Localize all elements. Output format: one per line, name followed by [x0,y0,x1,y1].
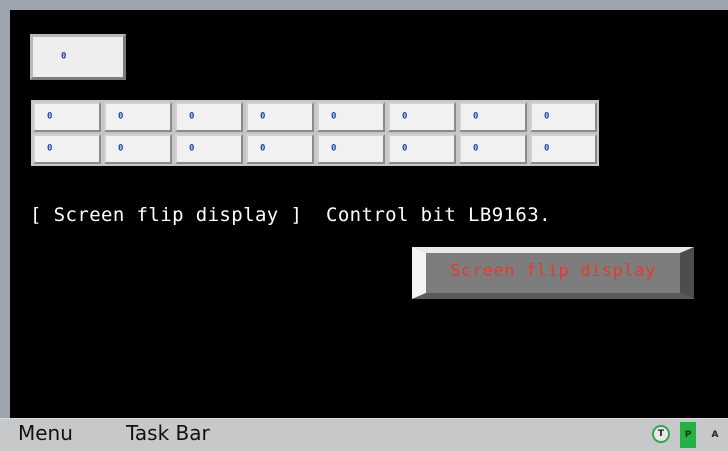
numeric-display-r1c1[interactable]: 0 [33,102,101,132]
a-status-icon[interactable]: A [708,422,722,448]
screen-flip-button-label: Screen flip display [450,261,656,281]
numeric-display-r1c2[interactable]: 0 [104,102,172,132]
numeric-display-r2c7[interactable]: 0 [459,134,527,164]
info-text: [ Screen flip display ] Control bit LB91… [30,204,551,226]
p-status-icon[interactable]: P [680,422,696,448]
numeric-value: 0 [260,143,266,154]
numeric-display-r2c5[interactable]: 0 [317,134,385,164]
numeric-display-r1c3[interactable]: 0 [175,102,243,132]
numeric-display-r2c1[interactable]: 0 [33,134,101,164]
numeric-display-grid: 0 0 0 0 0 0 0 0 0 0 0 0 0 0 0 0 [31,100,599,166]
numeric-display-r2c8[interactable]: 0 [530,134,597,164]
menu-button[interactable]: Menu [18,421,73,445]
numeric-value: 0 [118,111,124,122]
numeric-value: 0 [47,111,53,122]
numeric-value: 0 [473,111,479,122]
numeric-value: 0 [189,143,195,154]
numeric-display-r1c6[interactable]: 0 [388,102,456,132]
numeric-value: 0 [402,143,408,154]
screen-flip-button[interactable]: Screen flip display [412,247,694,299]
numeric-value: 0 [544,143,550,154]
numeric-value: 0 [47,143,53,154]
numeric-value: 0 [402,111,408,122]
numeric-value: 0 [189,111,195,122]
numeric-display-top[interactable]: 0 [30,34,126,80]
numeric-value: 0 [331,111,337,122]
t-status-icon[interactable]: T [652,425,670,443]
numeric-value: 0 [61,51,67,62]
numeric-display-r2c2[interactable]: 0 [104,134,172,164]
numeric-value: 0 [118,143,124,154]
numeric-display-r2c3[interactable]: 0 [175,134,243,164]
numeric-display-r1c4[interactable]: 0 [246,102,314,132]
numeric-value: 0 [260,111,266,122]
numeric-value: 0 [331,143,337,154]
numeric-display-r2c4[interactable]: 0 [246,134,314,164]
numeric-value: 0 [544,111,550,122]
numeric-value: 0 [473,143,479,154]
taskbar: Menu Task Bar T P A [0,418,728,451]
numeric-display-r2c6[interactable]: 0 [388,134,456,164]
taskbar-button[interactable]: Task Bar [126,421,210,445]
numeric-display-r1c8[interactable]: 0 [530,102,597,132]
numeric-display-r1c5[interactable]: 0 [317,102,385,132]
numeric-display-r1c7[interactable]: 0 [459,102,527,132]
